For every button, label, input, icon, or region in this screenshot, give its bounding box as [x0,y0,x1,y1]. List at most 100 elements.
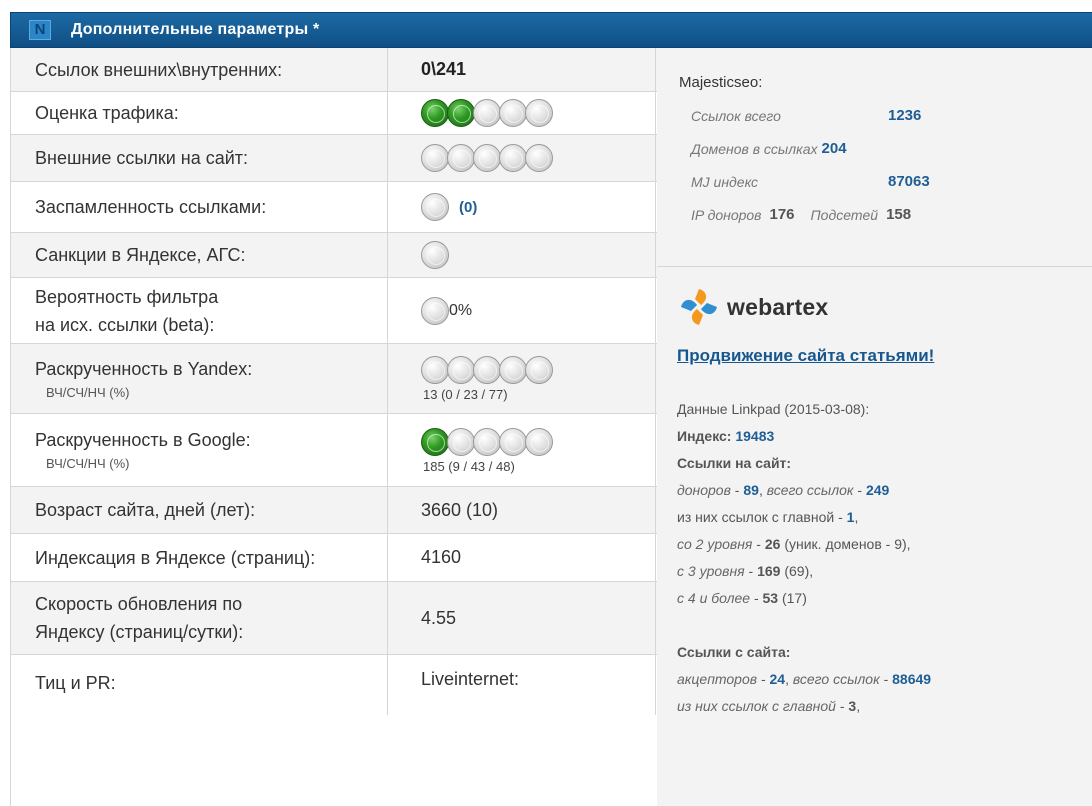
mj-subnets-label: Подсетей [810,206,879,223]
param-row-external-links: Внешние ссылки на сайт: [11,135,657,182]
param-label: Заспамленность ссылками: [11,182,388,232]
param-label: Внешние ссылки на сайт: [11,135,388,181]
param-label: Оценка трафика: [11,92,388,134]
rating-dot-empty-icon [447,427,475,456]
rating-dot-empty-icon [473,144,501,172]
level4-label: с 4 и более [677,590,751,606]
level4-value: 53 [762,590,779,606]
level3-label: с 3 уровня [677,563,745,579]
rating-dot-empty-icon [421,356,449,384]
param-label: Индексация в Яндексе (страниц): [11,534,388,581]
outgoing-links-title: Ссылки с сайта: [677,644,791,660]
param-sublabel: ВЧ/СЧ/НЧ (%) [46,384,130,400]
index-label: Индекс: [677,428,732,444]
param-row-site-age: Возраст сайта, дней (лет): 3660 (10) [11,487,657,534]
rating-dot-empty-icon [525,99,553,127]
rating-dot-empty-icon [525,144,553,172]
out-all-links-value: 88649 [892,671,932,687]
param-value: 0\241 [388,48,656,91]
rating-dot-empty-icon [473,427,501,456]
mj-ip-label: IP доноров [691,206,762,223]
rating-dot-filled-icon [421,427,449,456]
webartex-name: webartex [727,293,829,320]
panel-title: Дополнительные параметры * [71,21,320,38]
majesticseo-title: Majesticseo: [679,74,763,91]
rating-dot-empty-icon [473,356,501,384]
rating-dot-empty-icon [499,99,527,127]
spam-count: (0) [459,198,478,216]
webartex-block: webartex Продвижение сайта статьями! Дан… [657,267,1092,806]
all-links-label: всего ссылок [766,482,854,498]
incoming-links-title: Ссылки на сайт: [677,455,792,471]
param-label: Скорость обновления по [35,594,243,614]
rating-dot-empty-icon [499,427,527,456]
out-from-main-label: из них ссылок с главной [677,698,836,714]
google-rating [421,427,655,457]
out-all-links-label: всего ссылок [792,671,880,687]
mj-index-label: MJ индекс [691,173,759,190]
param-label: Ссылок внешних\внутренних: [11,48,388,91]
webartex-logo[interactable]: webartex [677,283,1092,331]
param-row-yandex-promotion: Раскрученность в Yandex: ВЧ/СЧ/НЧ (%) 13… [11,344,657,414]
linkpad-title: Данные Linkpad (2015-03-08): [677,401,870,417]
rating-dot-empty-icon [421,144,449,172]
promo-link[interactable]: Продвижение сайта статьями! [677,346,1092,366]
mj-links-value: 1236 [888,107,922,124]
param-label: Возраст сайта, дней (лет): [11,487,388,533]
param-row-links: Ссылок внешних\внутренних: 0\241 [11,48,657,92]
rating-dot-empty-icon [473,99,501,127]
level3-note: (69), [784,563,814,579]
site-logo-icon: N [29,20,51,40]
traffic-rating [421,98,655,128]
panel-header: N Дополнительные параметры * [10,12,1092,48]
param-row-google-promotion: Раскрученность в Google: ВЧ/СЧ/НЧ (%) 18… [11,414,657,487]
donors-value: 89 [743,482,759,498]
spam-indicator-icon [421,193,449,221]
param-label: Раскрученность в Google: [35,430,251,450]
level2-value: 26 [764,536,781,552]
level2-note: (уник. доменов - 9), [784,536,911,552]
filter-indicator-icon [421,296,449,325]
rating-dot-empty-icon [447,144,475,172]
linkpad-data: Данные Linkpad (2015-03-08): Индекс: 194… [677,396,1092,720]
all-links-value: 249 [865,482,890,498]
donors-label: доноров [677,482,731,498]
level4-note: (17) [781,590,807,606]
param-row-update-speed: Скорость обновления по Яндексу (страниц/… [11,582,657,655]
rating-dot-filled-icon [447,99,475,127]
param-label: Тиц и PR: [11,655,388,715]
index-value: 19483 [735,428,775,444]
params-grid: Ссылок внешних\внутренних: 0\241 Оценка … [10,48,1092,806]
param-label-line2: на исх. ссылки (beta): [35,314,215,335]
param-value: 4.55 [388,582,656,654]
yandex-promotion-value: 13 (0 / 23 / 77) [423,387,508,402]
level3-value: 169 [757,563,781,579]
param-label: Санкции в Яндексе, АГС: [11,233,388,277]
param-row-yandex-index: Индексация в Яндексе (страниц): 4160 [11,534,657,582]
mj-ip-value: 176 [769,206,795,223]
acceptors-value: 24 [769,671,786,687]
mj-index-value: 87063 [888,173,930,190]
param-sublabel: ВЧ/СЧ/НЧ (%) [46,456,130,471]
param-value: Liveinternet: [388,655,656,715]
level2-label: со 2 уровня [677,536,753,552]
rating-dot-empty-icon [499,356,527,384]
mj-domains-label: Доменов в ссылках [691,140,818,157]
rating-dot-empty-icon [447,356,475,384]
param-label: Вероятность фильтра [35,286,219,307]
out-from-main-value: 3 [848,698,857,714]
mj-domains-value: 204 [821,140,847,157]
param-value: 4160 [388,534,656,581]
param-row-filter-probability: Вероятность фильтра на исх. ссылки (beta… [11,278,657,344]
majesticseo-block: Majesticseo: Ссылок всего 1236 Доменов в… [657,48,1092,267]
external-links-rating [421,143,655,173]
from-main-label: из них ссылок с главной [677,509,835,525]
rating-dot-filled-icon [421,99,449,127]
param-row-sanctions: Санкции в Яндексе, АГС: [11,233,657,278]
param-row-tic-pr: Тиц и PR: Liveinternet: [11,655,657,715]
param-value: 3660 (10) [388,487,656,533]
filter-percent: 0% [449,301,473,319]
param-label: Раскрученность в Yandex: [35,358,253,379]
param-row-spam: Заспамленность ссылками: (0) [11,182,657,233]
webartex-logo-icon [681,289,717,325]
